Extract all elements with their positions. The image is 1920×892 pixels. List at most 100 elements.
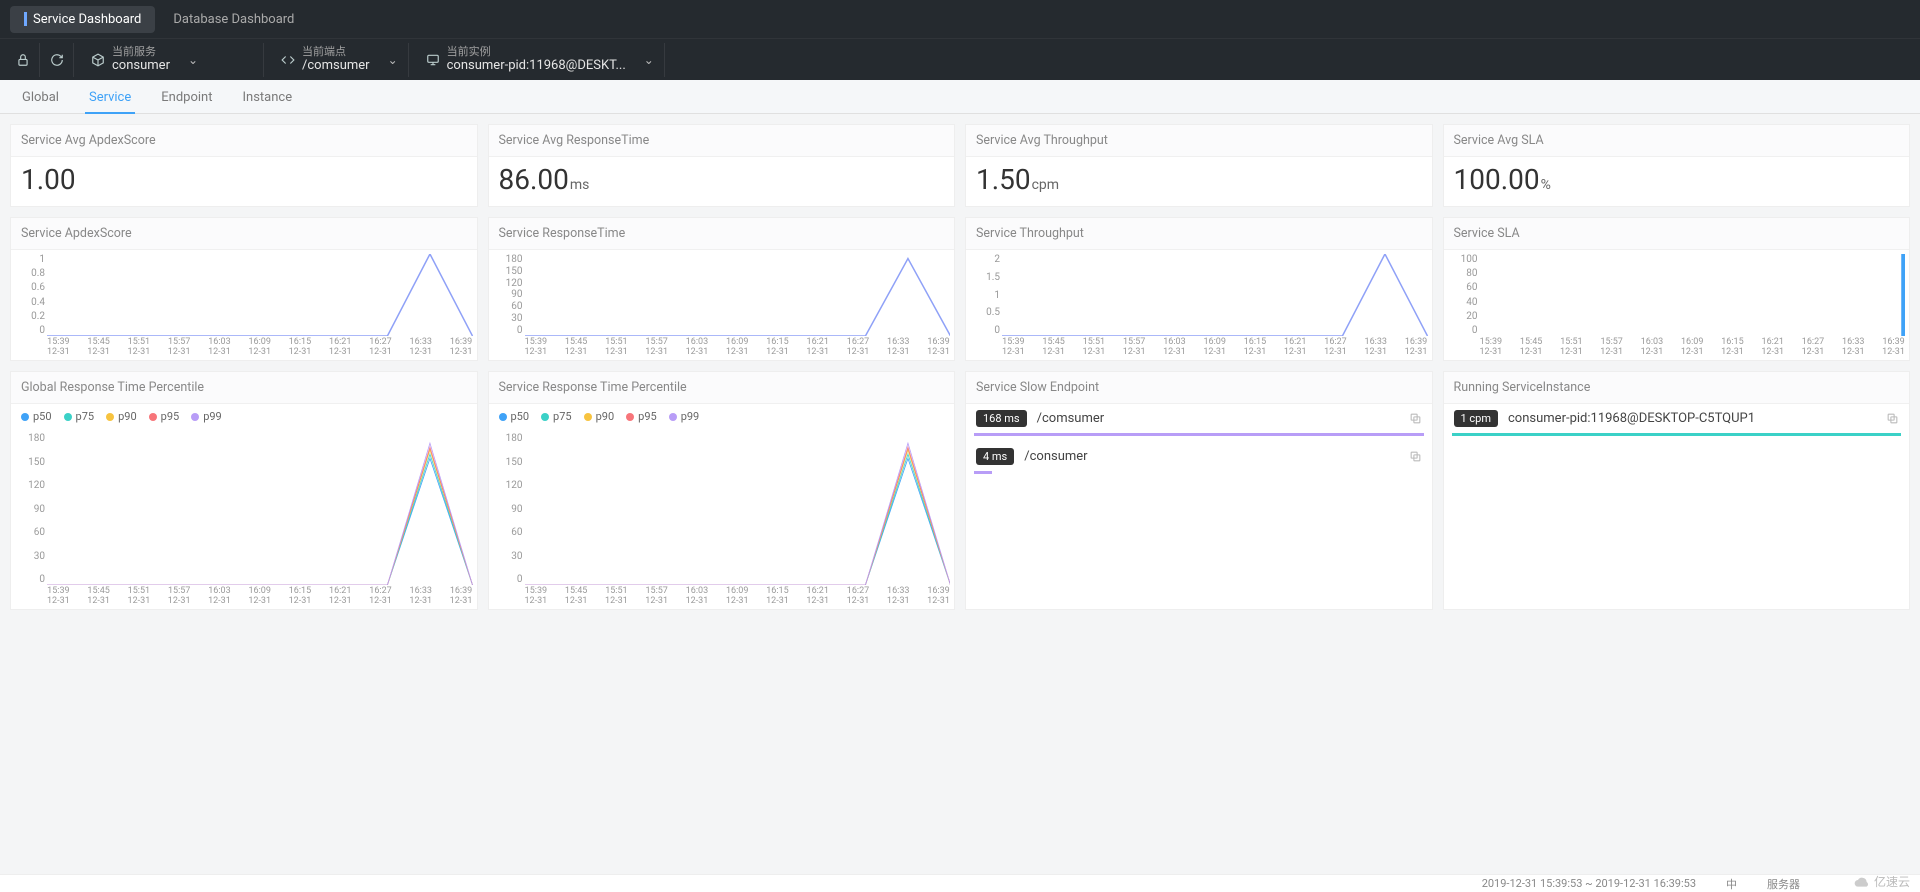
card-title: Service Slow Endpoint <box>966 372 1432 404</box>
card-chart-throughput: Service Throughput 21.510.5015:3912-3115… <box>965 217 1433 361</box>
slow-endpoint-list: 168 ms/comsumer 4 ms/consumer <box>966 404 1432 474</box>
chevron-down-icon: ⌄ <box>644 53 654 67</box>
card-chart-response: Service ResponseTime 180150120906030015:… <box>488 217 956 361</box>
card-running-instance: Running ServiceInstance 1 cpmconsumer-pi… <box>1443 371 1911 610</box>
legend-dot <box>21 413 29 421</box>
tab-label: Database Dashboard <box>173 12 294 27</box>
legend-item-p95[interactable]: p95 <box>626 410 657 423</box>
metric-value: 1.50 <box>976 163 1031 196</box>
card-title: Service Avg ApdexScore <box>11 125 477 157</box>
code-icon <box>274 53 302 67</box>
legend-item-p75[interactable]: p75 <box>541 410 572 423</box>
chart-area: 10.80.60.40.2015:3912-3115:4512-3115:511… <box>11 250 477 360</box>
package-icon <box>84 53 112 67</box>
content-area: Service Avg ApdexScore 1.00 Service Avg … <box>0 114 1920 874</box>
card-title: Service Avg Throughput <box>966 125 1432 157</box>
running-instance-list: 1 cpmconsumer-pid:11968@DESKTOP-C5TQUP1 <box>1444 404 1910 436</box>
legend-label: p90 <box>596 410 615 423</box>
tab-service-dashboard[interactable]: Service Dashboard <box>10 6 155 33</box>
card-title: Service ApdexScore <box>11 218 477 250</box>
card-title: Service Avg ResponseTime <box>489 125 955 157</box>
legend-item-p99[interactable]: p99 <box>191 410 222 423</box>
legend-dot <box>499 413 507 421</box>
metric-unit: % <box>1541 177 1551 193</box>
selector-current-endpoint[interactable]: 当前端点 /comsumer ⌄ <box>264 43 409 77</box>
sub-tab-instance[interactable]: Instance <box>232 82 302 113</box>
tab-database-dashboard[interactable]: Database Dashboard <box>159 6 308 33</box>
copy-icon[interactable] <box>1409 412 1422 425</box>
list-item[interactable]: 1 cpmconsumer-pid:11968@DESKTOP-C5TQUP1 <box>1444 404 1910 433</box>
legend-item-p90[interactable]: p90 <box>106 410 137 423</box>
card-avg-throughput: Service Avg Throughput 1.50cpm <box>965 124 1433 207</box>
card-title: Service Avg SLA <box>1444 125 1910 157</box>
reload-button[interactable] <box>40 43 74 77</box>
legend-dot <box>106 413 114 421</box>
sub-tab-service[interactable]: Service <box>79 82 141 113</box>
legend-label: p99 <box>203 410 222 423</box>
list-item[interactable]: 4 ms/consumer <box>966 442 1432 471</box>
card-title: Service Response Time Percentile <box>489 372 955 404</box>
card-title: Service SLA <box>1444 218 1910 250</box>
chart-legend: p50 p75 p90 p95 p99 <box>11 404 477 429</box>
card-chart-apdex: Service ApdexScore 10.80.60.40.2015:3912… <box>10 217 478 361</box>
legend-dot <box>149 413 157 421</box>
chart-area: 180150120906030015:3912-3115:4512-3115:5… <box>489 250 955 360</box>
sub-tab-bar: Global Service Endpoint Instance <box>0 80 1920 114</box>
legend-item-p90[interactable]: p90 <box>584 410 615 423</box>
selector-current-instance[interactable]: 当前实例 consumer-pid:11968@DESKT... ⌄ <box>409 43 665 77</box>
footer-bar: 2019-12-31 15:39:53 ~ 2019-12-31 16:39:5… <box>0 874 1920 892</box>
copy-icon[interactable] <box>1886 412 1899 425</box>
metric-value: 100.00 <box>1454 163 1540 196</box>
chevron-down-icon: ⌄ <box>188 53 198 67</box>
lock-button[interactable] <box>6 43 40 77</box>
legend-label: p75 <box>553 410 572 423</box>
legend-label: p50 <box>33 410 52 423</box>
sub-tab-label: Instance <box>242 90 292 105</box>
brand-text: 亿速云 <box>1874 873 1910 890</box>
legend-item-p95[interactable]: p95 <box>149 410 180 423</box>
sub-tab-global[interactable]: Global <box>12 82 69 113</box>
badge: 1 cpm <box>1454 410 1499 427</box>
selector-value: /comsumer <box>302 58 370 74</box>
metric-value: 1.00 <box>21 163 76 196</box>
metric-unit: ms <box>570 177 590 193</box>
legend-label: p75 <box>76 410 95 423</box>
server-label[interactable]: 服务器 <box>1767 876 1800 892</box>
legend-dot <box>541 413 549 421</box>
chart-area: 180150120906030015:3912-3115:4512-3115:5… <box>11 429 477 609</box>
badge: 4 ms <box>976 448 1014 465</box>
chart-area: 10080604020015:3912-3115:4512-3115:5112-… <box>1444 250 1910 360</box>
card-avg-response: Service Avg ResponseTime 86.00ms <box>488 124 956 207</box>
legend-item-p50[interactable]: p50 <box>499 410 530 423</box>
card-global-percentile: Global Response Time Percentile p50 p75 p9… <box>10 371 478 610</box>
watermark: 亿速云 <box>1854 873 1910 890</box>
card-service-percentile: Service Response Time Percentile p50 p75 p… <box>488 371 956 610</box>
legend-dot <box>64 413 72 421</box>
card-title: Running ServiceInstance <box>1444 372 1910 404</box>
sub-tab-endpoint[interactable]: Endpoint <box>151 82 222 113</box>
metric-value: 86.00 <box>499 163 569 196</box>
legend-item-p99[interactable]: p99 <box>669 410 700 423</box>
card-title: Global Response Time Percentile <box>11 372 477 404</box>
cloud-icon <box>1854 874 1870 890</box>
list-item[interactable]: 168 ms/comsumer <box>966 404 1432 433</box>
copy-icon[interactable] <box>1409 450 1422 463</box>
sub-tab-label: Service <box>89 90 131 105</box>
legend-item-p50[interactable]: p50 <box>21 410 52 423</box>
card-slow-endpoint: Service Slow Endpoint 168 ms/comsumer 4 m… <box>965 371 1433 610</box>
legend-label: p99 <box>681 410 700 423</box>
toolbar: 当前服务 consumer ⌄ 当前端点 /comsumer ⌄ 当前实例 co… <box>0 38 1920 80</box>
legend-label: p90 <box>118 410 137 423</box>
lang-toggle[interactable]: 中 <box>1726 876 1737 892</box>
legend-dot <box>584 413 592 421</box>
monitor-icon <box>419 53 447 67</box>
sub-tab-label: Endpoint <box>161 90 212 105</box>
sub-tab-label: Global <box>22 90 59 105</box>
top-tab-bar: Service Dashboard Database Dashboard <box>0 0 1920 38</box>
legend-label: p95 <box>638 410 657 423</box>
card-title: Service Throughput <box>966 218 1432 250</box>
legend-item-p75[interactable]: p75 <box>64 410 95 423</box>
selector-current-service[interactable]: 当前服务 consumer ⌄ <box>74 43 264 77</box>
legend-dot <box>191 413 199 421</box>
selector-label: 当前端点 <box>302 46 370 58</box>
